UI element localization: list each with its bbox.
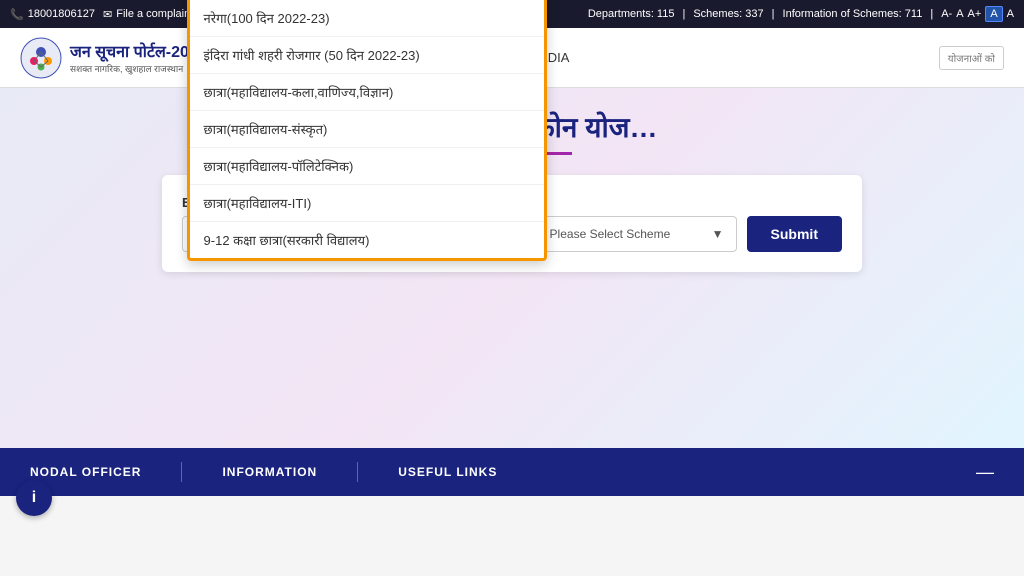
font-decrease-button[interactable]: A-: [941, 8, 952, 20]
font-normal-button[interactable]: A: [956, 8, 963, 20]
chevron-down-icon: ▼: [712, 227, 724, 241]
submit-button[interactable]: Submit: [747, 216, 842, 252]
phone-icon: 📞: [10, 8, 24, 21]
dropdown-item-5[interactable]: छात्रा(महाविद्यालय-पॉलिटेक्निक): [190, 148, 544, 185]
complaint-link[interactable]: ✉ File a complaint: [103, 8, 193, 21]
form-section: Enter Your Jan Aadhar Number * Please Se…: [162, 175, 862, 272]
footer-divider-1: [181, 462, 182, 482]
form-row: Enter Your Jan Aadhar Number * Please Se…: [182, 195, 842, 252]
stats-area: Departments: 115 | Schemes: 337 | Inform…: [588, 6, 1014, 22]
footer: NODAL OFFICER INFORMATION USEFUL LINKS —: [0, 448, 1024, 496]
dropdown-item-1[interactable]: नरेगा(100 दिन 2022-23): [190, 0, 544, 37]
mail-icon: ✉: [103, 8, 112, 21]
dropdown-item-4[interactable]: छात्रा(महाविद्यालय-संस्कृत): [190, 111, 544, 148]
font-extra-button[interactable]: A: [1007, 8, 1014, 20]
logo-icon: [20, 37, 62, 79]
scheme-dropdown-menu: Please Select Scheme विधवा/एकलनारी (पेंश…: [187, 0, 547, 261]
departments-count: Departments: 115: [588, 8, 675, 20]
dropdown-item-2[interactable]: इंदिरा गांधी शहरी रोजगार (50 दिन 2022-23…: [190, 37, 544, 74]
schemes-count: Schemes: 337: [693, 8, 763, 20]
scheme-select-value: Please Select Scheme: [550, 227, 671, 241]
info-count: Information of Schemes: 711: [783, 8, 923, 20]
font-active-button[interactable]: A: [985, 6, 1002, 22]
footer-arrow-icon[interactable]: —: [976, 462, 994, 483]
main-content: इंदिरा गाँधी स्मार्टफोन योज… Enter Your …: [0, 88, 1024, 448]
info-button[interactable]: i: [16, 480, 52, 516]
search-area[interactable]: योजनाओं को: [939, 46, 1004, 70]
footer-nodal: NODAL OFFICER: [30, 465, 141, 479]
footer-useful-links: USEFUL LINKS: [398, 465, 497, 479]
dropdown-item-6[interactable]: छात्रा(महाविद्यालय-ITI): [190, 185, 544, 222]
dropdown-item-3[interactable]: छात्रा(महाविद्यालय-कला,वाणिज्य,विज्ञान): [190, 74, 544, 111]
footer-divider-2: [357, 462, 358, 482]
font-size-controls: A- A A+ A A: [941, 6, 1014, 22]
logo-area: जन सूचना पोर्टल-2019 सशक्त नागरिक, खुशहा…: [20, 37, 207, 79]
phone-number: 📞 18001806127: [10, 8, 95, 21]
footer-information: INFORMATION: [222, 465, 317, 479]
scheme-dropdown-container: Please Select Scheme विधवा/एकलनारी (पेंश…: [537, 216, 737, 252]
search-hint[interactable]: योजनाओं को: [939, 46, 1004, 70]
scheme-select-trigger[interactable]: Please Select Scheme ▼: [537, 216, 737, 252]
dropdown-item-7[interactable]: 9-12 कक्षा छात्रा(सरकारी विद्यालय): [190, 222, 544, 258]
font-increase-button[interactable]: A+: [968, 8, 982, 20]
